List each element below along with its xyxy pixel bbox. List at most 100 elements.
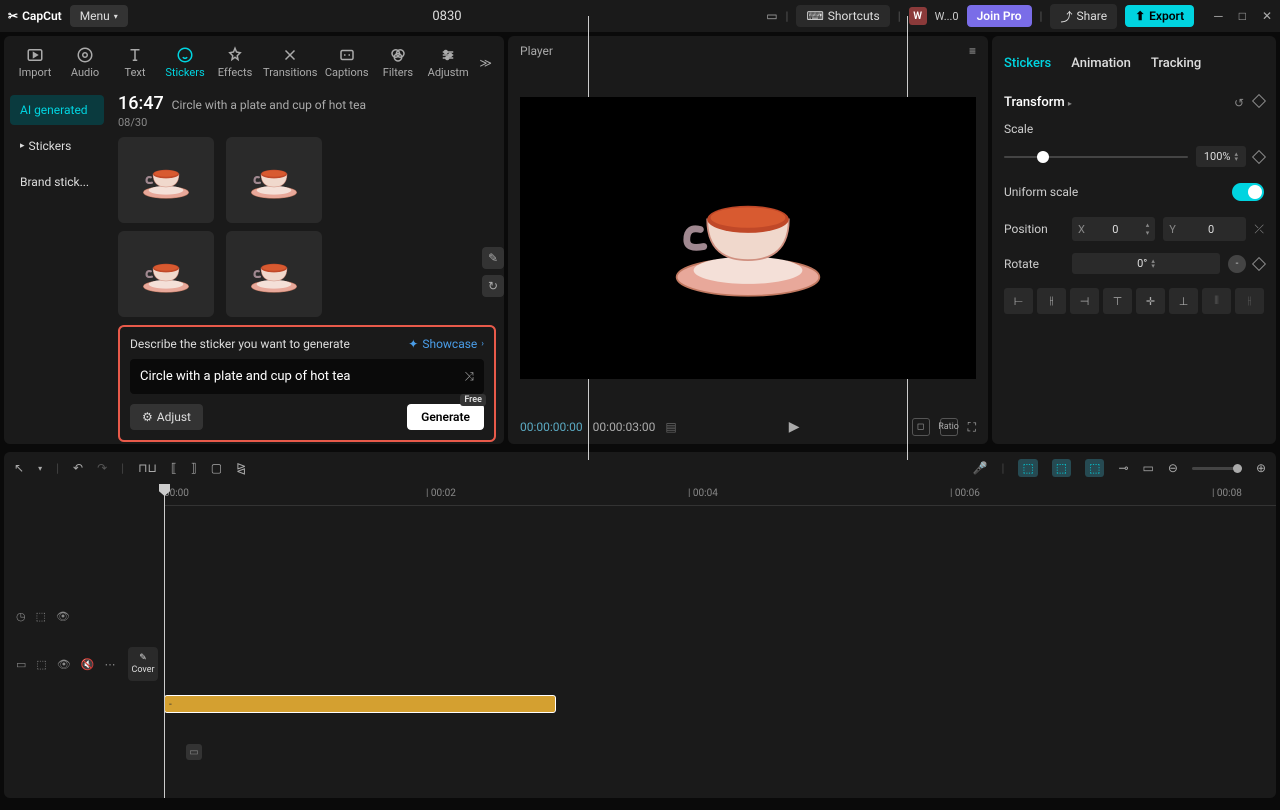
more-track-icon[interactable]: ⋯ bbox=[104, 658, 115, 671]
tab-adjust[interactable]: Adjustm bbox=[425, 42, 472, 83]
shortcuts-button[interactable]: ⌨ Shortcuts bbox=[796, 5, 889, 27]
eye-icon[interactable]: 👁 bbox=[56, 610, 70, 623]
align-left[interactable]: ⊢ bbox=[1004, 288, 1033, 314]
position-y-input[interactable]: Y0 bbox=[1163, 217, 1246, 241]
prop-tab-stickers[interactable]: Stickers bbox=[1004, 52, 1051, 75]
sticker-clip[interactable]: - bbox=[164, 695, 556, 713]
align-center-v[interactable]: ✛ bbox=[1136, 288, 1165, 314]
properties-panel: Stickers Animation Tracking Transform ▸ … bbox=[992, 36, 1276, 444]
video-icon[interactable]: ▭ bbox=[16, 658, 26, 671]
tab-text[interactable]: Text bbox=[112, 42, 158, 83]
mute-icon[interactable]: 🔇 bbox=[81, 658, 95, 671]
sticker-thumb-3[interactable] bbox=[118, 231, 214, 317]
tab-audio[interactable]: Audio bbox=[62, 42, 108, 83]
mic-icon[interactable]: 🎤 bbox=[973, 461, 988, 475]
play-button[interactable]: ▶ bbox=[789, 419, 800, 435]
share-button[interactable]: ⤴ Share bbox=[1050, 4, 1117, 29]
rotate-keyframe-icon[interactable] bbox=[1252, 256, 1266, 270]
compare-icon[interactable]: ▤ bbox=[665, 420, 676, 434]
sticker-preview[interactable] bbox=[663, 173, 833, 303]
crop-icon[interactable]: ◻ bbox=[912, 418, 930, 436]
lock-icon-2[interactable]: ⬚ bbox=[36, 658, 46, 671]
clock-icon[interactable]: ◷ bbox=[16, 610, 26, 623]
close-icon[interactable]: ✕ bbox=[1262, 9, 1272, 23]
split-tool[interactable]: ⊓⊔ bbox=[138, 461, 157, 475]
adjust-button[interactable]: ⚙ Adjust bbox=[130, 404, 203, 430]
preview-icon[interactable]: ▭ bbox=[1143, 461, 1154, 475]
reset-icon[interactable]: ↺ bbox=[1234, 96, 1244, 110]
lock-icon[interactable]: ⬚ bbox=[36, 610, 46, 623]
sidebar-stickers[interactable]: ▸ Stickers bbox=[10, 131, 104, 161]
tab-stickers[interactable]: Stickers bbox=[162, 42, 208, 83]
snap-tool-1[interactable]: ⬚ bbox=[1018, 459, 1037, 477]
rotate-value[interactable]: 0°▴▾ bbox=[1072, 253, 1220, 274]
player-canvas[interactable] bbox=[520, 97, 976, 379]
refresh-icon[interactable]: ↻ bbox=[482, 275, 504, 297]
menu-button[interactable]: Menu ▾ bbox=[70, 5, 128, 27]
sticker-thumb-1[interactable] bbox=[118, 137, 214, 223]
prop-tab-animation[interactable]: Animation bbox=[1071, 52, 1131, 75]
mirror-tool[interactable]: ⧎ bbox=[236, 461, 246, 475]
keyframe-icon[interactable] bbox=[1252, 93, 1266, 107]
sidebar-brand-stickers[interactable]: Brand stick... bbox=[10, 167, 104, 197]
zoom-slider[interactable] bbox=[1192, 467, 1242, 470]
align-bottom[interactable]: ⊥ bbox=[1169, 288, 1198, 314]
zoom-out-icon[interactable]: ⊖ bbox=[1168, 461, 1178, 475]
top-bar: ✂ CapCut Menu ▾ 0830 ▭ | ⌨ Shortcuts | W… bbox=[0, 0, 1280, 32]
align-top[interactable]: ⊤ bbox=[1103, 288, 1132, 314]
user-avatar[interactable]: W bbox=[909, 7, 927, 25]
edit-icon[interactable]: ✎ bbox=[482, 247, 504, 269]
scale-keyframe-icon[interactable] bbox=[1252, 149, 1266, 163]
redo-button[interactable]: ↷ bbox=[97, 461, 107, 475]
showcase-link[interactable]: ✦ Showcase › bbox=[408, 337, 484, 351]
player-panel: Player ≡ 00:00:00:00 00:00:03:00 ▤ ▶ ◻ R… bbox=[508, 36, 988, 444]
scale-value[interactable]: 100%▴▾ bbox=[1196, 146, 1246, 167]
tab-captions[interactable]: Captions bbox=[322, 42, 370, 83]
shuffle-icon[interactable]: ⤨ bbox=[464, 369, 474, 384]
eye-icon-2[interactable]: 👁 bbox=[57, 658, 71, 671]
snap-tool-3[interactable]: ⬚ bbox=[1085, 459, 1104, 477]
more-tabs-icon[interactable]: ≫ bbox=[475, 56, 496, 70]
position-x-input[interactable]: X0▴▾ bbox=[1072, 217, 1155, 241]
align-center-h[interactable]: ⫲ bbox=[1037, 288, 1066, 314]
sidebar-ai-generated[interactable]: AI generated bbox=[10, 95, 104, 125]
prop-tab-tracking[interactable]: Tracking bbox=[1151, 52, 1201, 75]
fullscreen-icon[interactable]: ⛶ bbox=[968, 420, 976, 435]
snap-tool-2[interactable]: ⬚ bbox=[1052, 459, 1071, 477]
sticker-thumb-2[interactable] bbox=[226, 137, 322, 223]
generate-button[interactable]: FreeGenerate bbox=[407, 404, 484, 430]
tab-import[interactable]: Import bbox=[12, 42, 58, 83]
select-tool[interactable]: ↖ bbox=[14, 461, 24, 475]
video-clip-placeholder[interactable]: ▭ bbox=[186, 744, 202, 760]
trim-right-tool[interactable]: ⟧ bbox=[191, 461, 197, 475]
prompt-box: Describe the sticker you want to generat… bbox=[118, 325, 496, 442]
cover-button[interactable]: ✎Cover bbox=[128, 647, 158, 681]
timeline-body[interactable]: 00:00 | 00:02 | 00:04 | 00:06 | 00:08 ◷ … bbox=[4, 484, 1276, 798]
scale-slider[interactable] bbox=[1004, 156, 1188, 158]
export-button[interactable]: ⬆ Export bbox=[1125, 5, 1194, 27]
timeline-ruler[interactable]: 00:00 | 00:02 | 00:04 | 00:06 | 00:08 bbox=[164, 484, 1276, 506]
player-menu-icon[interactable]: ≡ bbox=[969, 44, 976, 58]
tab-effects[interactable]: Effects bbox=[212, 42, 258, 83]
rotate-dial-icon[interactable]: - bbox=[1228, 255, 1246, 273]
magnet-icon[interactable]: ⊸ bbox=[1118, 461, 1128, 475]
select-dropdown[interactable]: ▾ bbox=[38, 464, 42, 473]
position-link-icon[interactable]: ⤫ bbox=[1254, 222, 1264, 237]
tab-filters[interactable]: Filters bbox=[375, 42, 421, 83]
join-pro-button[interactable]: Join Pro bbox=[967, 5, 1032, 27]
sticker-thumb-4[interactable] bbox=[226, 231, 322, 317]
trim-left-tool[interactable]: ⟦ bbox=[171, 461, 177, 475]
minimize-icon[interactable]: ─ bbox=[1214, 9, 1223, 23]
ratio-button[interactable]: Ratio bbox=[940, 418, 958, 436]
tab-transitions[interactable]: Transitions bbox=[262, 42, 318, 83]
delete-tool[interactable]: ▢ bbox=[211, 461, 222, 475]
playhead[interactable] bbox=[164, 484, 165, 798]
align-right[interactable]: ⊣ bbox=[1070, 288, 1099, 314]
zoom-in-icon[interactable]: ⊕ bbox=[1256, 461, 1266, 475]
transform-section-title: Transform ▸ bbox=[1004, 95, 1072, 110]
maximize-icon[interactable]: □ bbox=[1239, 9, 1246, 23]
layout-icon[interactable]: ▭ bbox=[766, 9, 777, 23]
prompt-input[interactable]: Circle with a plate and cup of hot tea ⤨ bbox=[130, 359, 484, 394]
uniform-scale-toggle[interactable] bbox=[1232, 183, 1264, 201]
undo-button[interactable]: ↶ bbox=[73, 461, 83, 475]
